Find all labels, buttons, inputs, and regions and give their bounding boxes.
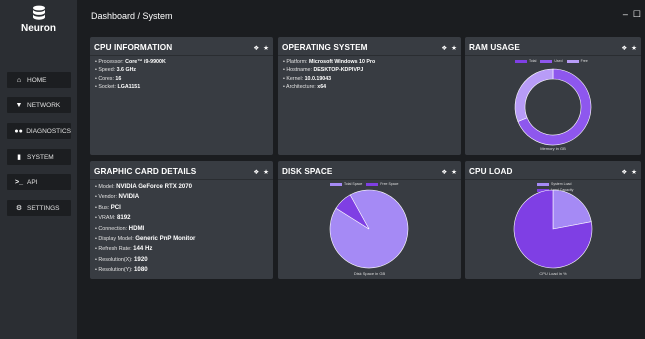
star-icon[interactable]: ★ xyxy=(263,44,269,52)
list-item: • Processor: Core™ i9-9900K xyxy=(95,59,166,65)
window-controls: – ☐ xyxy=(623,9,641,20)
list-item: • Vendor: NVIDIA xyxy=(95,193,140,201)
sidebar-item-home[interactable]: ⌂ HOME xyxy=(7,72,71,88)
list-item: • Socket: LGA1151 xyxy=(95,84,141,91)
list-item: • Kernel: 10.0.19043 xyxy=(283,75,332,82)
os-card: OPERATING SYSTEM ❖ ★ • Platform: Microsof… xyxy=(278,37,461,155)
list-item: • Refresh Rate: 144 Hz xyxy=(95,245,153,253)
list-item: • Resolution(X): 1920 xyxy=(95,255,148,263)
card-title: GRAPHIC CARD DETAILS xyxy=(94,167,197,176)
list-item: • Model: NVIDIA GeForce RTX 2070 xyxy=(95,183,193,190)
sidebar-item-label: NETWORK xyxy=(27,101,61,109)
list-item: • Speed: 3.6 GHz xyxy=(95,67,137,74)
sidebar-item-settings[interactable]: ⚙ SETTINGS xyxy=(7,200,71,216)
sidebar-item-label: DIAGNOSTICS xyxy=(26,127,71,135)
sidebar-item-label: API xyxy=(27,178,38,186)
list-item: • Platform: Microsoft Windows 10 Pro xyxy=(283,59,376,65)
list-item: • Architecture: x64 xyxy=(283,84,327,91)
card-title: CPU INFORMATION xyxy=(94,43,173,52)
disk-pie-chart xyxy=(329,189,409,269)
database-logo-icon xyxy=(32,5,45,20)
wifi-icon: ▼ xyxy=(15,101,23,109)
list-item: • Connection: HDMI xyxy=(95,224,145,232)
app-name: Neuron xyxy=(21,23,56,34)
minimize-button[interactable]: – xyxy=(623,9,628,20)
chart-caption: CPU Load in % xyxy=(539,271,567,276)
sidebar-item-label: HOME xyxy=(27,76,47,84)
sidebar-item-diagnostics[interactable]: ●● DIAGNOSTICS xyxy=(7,123,71,139)
sidebar-item-system[interactable]: ▮ SYSTEM xyxy=(7,149,71,165)
list-item: • Cores: 16 xyxy=(95,75,122,82)
star-icon[interactable]: ★ xyxy=(451,44,457,52)
cpu-load-card: CPU LOAD ❖ ★ System Load Load Capacity CP… xyxy=(465,161,641,279)
cpu-info-card: CPU INFORMATION ❖ ★ • Processor: Core™ i9… xyxy=(90,37,273,155)
database-icon: ▮ xyxy=(17,154,21,161)
info-icon[interactable]: ❖ xyxy=(253,168,259,176)
sidebar-item-api[interactable]: >_ API xyxy=(7,174,71,190)
breadcrumb: Dashboard / System xyxy=(91,11,173,21)
list-item: • Hostname: DESKTOP-KDPIVPJ xyxy=(283,67,364,74)
home-icon: ⌂ xyxy=(16,76,22,84)
info-icon[interactable]: ❖ xyxy=(441,44,447,52)
disk-space-card: DISK SPACE ❖ ★ Total Space Free Space Dis… xyxy=(278,161,461,279)
card-title: OPERATING SYSTEM xyxy=(282,43,368,52)
list-item: • Resolution(Y): 1080 xyxy=(95,266,148,274)
list-item: • VRAM: 8192 xyxy=(95,214,131,222)
divider xyxy=(278,55,461,56)
gpu-info-list: • Model: NVIDIA GeForce RTX 2070 • Vendo… xyxy=(95,182,269,276)
ram-doughnut-chart xyxy=(514,68,592,146)
maximize-button[interactable]: ☐ xyxy=(633,9,641,20)
cpu-load-pie-chart xyxy=(513,189,593,269)
os-info-list: • Platform: Microsoft Windows 10 Pro • H… xyxy=(283,58,457,92)
sidebar-item-network[interactable]: ▼ NETWORK xyxy=(7,97,71,113)
gear-icon: ⚙ xyxy=(15,205,23,212)
list-item: • Bus: PCI xyxy=(95,203,121,211)
sidebar-item-label: SETTINGS xyxy=(27,204,60,212)
chart-caption: Disk Space in GB xyxy=(353,271,386,276)
info-icon[interactable]: ❖ xyxy=(253,44,259,52)
gpu-card: GRAPHIC CARD DETAILS ❖ ★ • Model: NVIDIA … xyxy=(90,161,273,279)
divider xyxy=(90,55,273,56)
app-logo: Neuron xyxy=(0,5,77,34)
sidebar-item-label: SYSTEM xyxy=(27,153,54,161)
chart-caption: Memory in GB xyxy=(540,146,566,151)
people-icon: ●● xyxy=(14,127,23,135)
list-item: • Display Model: Generic PnP Monitor xyxy=(95,235,196,243)
ram-usage-card: RAM USAGE ❖ ★ Total Used Free Memory in G… xyxy=(465,37,641,155)
terminal-icon: >_ xyxy=(15,178,23,186)
star-icon[interactable]: ★ xyxy=(263,168,269,176)
sidebar: Neuron ⌂ HOME ▼ NETWORK ●● DIAGNOSTICS ▮… xyxy=(0,0,77,339)
pie-slice-free[interactable] xyxy=(514,68,554,122)
cpu-info-list: • Processor: Core™ i9-9900K • Speed: 3.6… xyxy=(95,58,269,92)
divider xyxy=(90,179,273,180)
